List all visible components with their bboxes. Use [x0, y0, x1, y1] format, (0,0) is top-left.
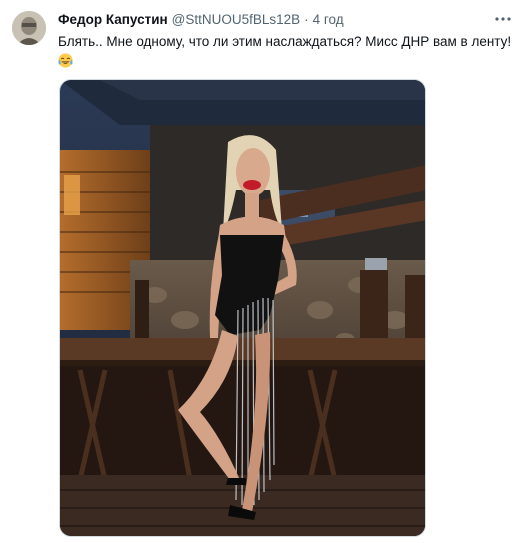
- more-button[interactable]: [494, 11, 512, 27]
- photo-image: [60, 80, 425, 536]
- tweet-header: Федор Капустин @SttNUOU5fBLs12B · 4 год: [58, 11, 344, 29]
- author-name[interactable]: Федор Капустин: [58, 11, 168, 29]
- author-handle[interactable]: @SttNUOU5fBLs12B: [172, 11, 301, 29]
- more-horizontal-icon: [495, 17, 511, 21]
- tweet-photo[interactable]: [59, 79, 426, 537]
- tweet: Федор Капустин @SttNUOU5fBLs12B · 4 год …: [0, 0, 518, 543]
- separator-dot: ·: [304, 12, 309, 27]
- tears-of-joy-emoji: [58, 53, 73, 68]
- tweet-text: Блять.. Мне одному, что ли этим наслажда…: [58, 32, 513, 70]
- tweet-text-body: Блять.. Мне одному, что ли этим наслажда…: [58, 34, 512, 49]
- timestamp[interactable]: 4 год: [313, 11, 344, 29]
- avatar-image: [12, 11, 46, 45]
- avatar[interactable]: [12, 11, 46, 45]
